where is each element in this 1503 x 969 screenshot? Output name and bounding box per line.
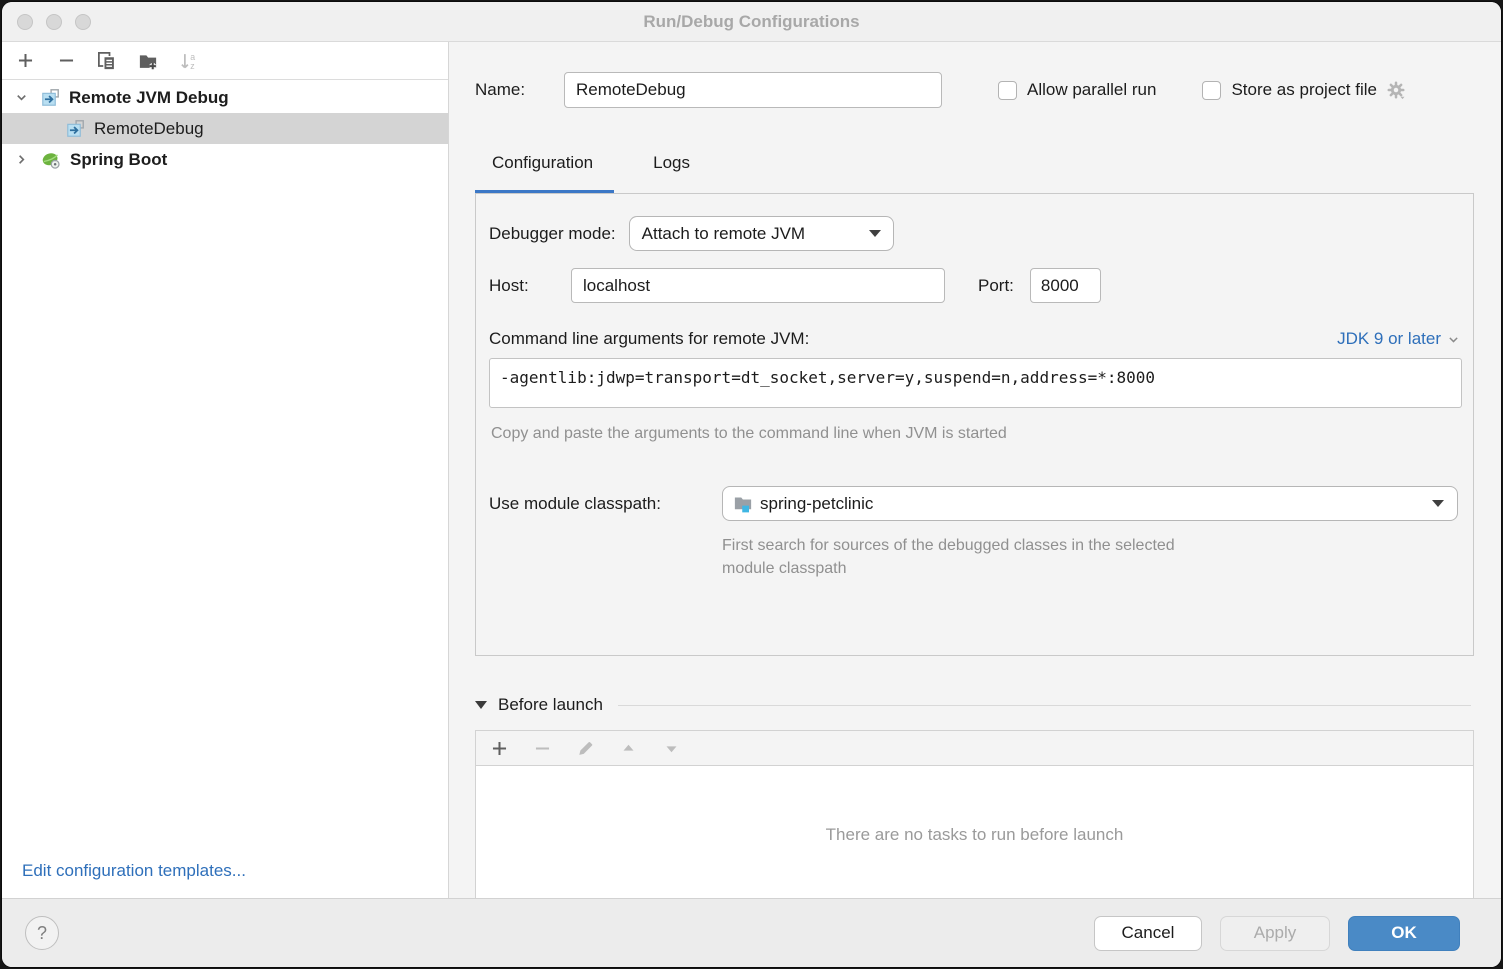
allow-parallel-run-checkbox[interactable] bbox=[998, 81, 1017, 100]
classpath-hint: First search for sources of the debugged… bbox=[722, 534, 1460, 580]
before-launch-header[interactable]: Before launch bbox=[475, 693, 1471, 717]
store-as-project-file-checkbox[interactable] bbox=[1202, 81, 1221, 100]
cancel-button[interactable]: Cancel bbox=[1094, 916, 1202, 951]
apply-button[interactable]: Apply bbox=[1220, 916, 1330, 951]
configurations-tree: Remote JVM Debug RemoteDebug bbox=[2, 80, 448, 175]
move-down-icon[interactable] bbox=[661, 738, 681, 758]
port-label: Port: bbox=[978, 276, 1014, 296]
remove-task-icon[interactable] bbox=[532, 738, 552, 758]
sidebar-toolbar: a z bbox=[2, 42, 448, 80]
copy-configuration-icon[interactable] bbox=[97, 51, 117, 71]
classpath-hint-line2: module classpath bbox=[722, 557, 1460, 580]
name-input[interactable] bbox=[564, 72, 942, 108]
edit-task-icon[interactable] bbox=[575, 738, 595, 758]
tab-configuration[interactable]: Configuration bbox=[475, 148, 614, 193]
debugger-mode-value: Attach to remote JVM bbox=[642, 224, 805, 244]
zoom-window-button[interactable] bbox=[75, 14, 91, 30]
add-task-icon[interactable] bbox=[489, 738, 509, 758]
host-input[interactable] bbox=[571, 268, 945, 303]
before-launch-title: Before launch bbox=[498, 695, 603, 715]
run-debug-configurations-dialog: Run/Debug Configurations bbox=[2, 2, 1501, 967]
jdk-version-selector[interactable]: JDK 9 or later bbox=[1337, 329, 1460, 349]
classpath-hint-line1: First search for sources of the debugged… bbox=[722, 534, 1460, 557]
before-launch-tasks: There are no tasks to run before launch bbox=[475, 730, 1474, 903]
chevron-right-icon[interactable] bbox=[12, 152, 30, 167]
dropdown-caret-icon bbox=[869, 230, 881, 237]
traffic-lights bbox=[17, 14, 91, 30]
gear-icon[interactable] bbox=[1386, 80, 1406, 100]
remove-configuration-icon[interactable] bbox=[56, 51, 76, 71]
minimize-window-button[interactable] bbox=[46, 14, 62, 30]
before-launch-toolbar bbox=[476, 731, 1473, 766]
sort-alpha-icon[interactable]: a z bbox=[179, 51, 199, 71]
help-button[interactable]: ? bbox=[25, 916, 59, 950]
cmdline-arguments-label: Command line arguments for remote JVM: bbox=[489, 329, 809, 349]
close-window-button[interactable] bbox=[17, 14, 33, 30]
port-input[interactable] bbox=[1030, 268, 1101, 303]
move-up-icon[interactable] bbox=[618, 738, 638, 758]
chevron-down-icon bbox=[1447, 333, 1460, 346]
configurations-sidebar: a z Re bbox=[2, 42, 449, 898]
configuration-editor: Name: Allow parallel run Store as projec… bbox=[449, 42, 1501, 898]
module-classpath-select[interactable]: spring-petclinic bbox=[722, 486, 1458, 521]
add-configuration-icon[interactable] bbox=[15, 51, 35, 71]
tree-item-spring-boot[interactable]: Spring Boot bbox=[2, 144, 448, 175]
svg-text:z: z bbox=[190, 61, 194, 71]
jdk-version-value: JDK 9 or later bbox=[1337, 329, 1441, 349]
dropdown-caret-icon bbox=[1432, 500, 1444, 507]
window-title: Run/Debug Configurations bbox=[643, 12, 859, 32]
debugger-mode-select[interactable]: Attach to remote JVM bbox=[629, 216, 894, 251]
dialog-footer: ? Cancel Apply OK bbox=[2, 898, 1501, 967]
cmdline-hint: Copy and paste the arguments to the comm… bbox=[491, 425, 1460, 443]
name-label: Name: bbox=[475, 80, 564, 100]
module-classpath-value: spring-petclinic bbox=[760, 494, 873, 514]
section-divider bbox=[618, 705, 1471, 706]
use-module-classpath-label: Use module classpath: bbox=[489, 494, 722, 514]
tree-item-remote-jvm-debug[interactable]: Remote JVM Debug bbox=[2, 82, 448, 113]
chevron-down-icon[interactable] bbox=[12, 90, 30, 105]
module-icon bbox=[733, 494, 753, 514]
store-as-project-file-label: Store as project file bbox=[1231, 80, 1377, 100]
tab-logs[interactable]: Logs bbox=[653, 148, 690, 193]
host-label: Host: bbox=[489, 276, 571, 296]
cmdline-arguments-field[interactable]: -agentlib:jdwp=transport=dt_socket,serve… bbox=[489, 358, 1462, 408]
tree-item-remotedebug[interactable]: RemoteDebug bbox=[2, 113, 448, 144]
remote-debug-config-icon bbox=[66, 119, 85, 138]
ok-button[interactable]: OK bbox=[1348, 916, 1460, 951]
title-bar: Run/Debug Configurations bbox=[2, 2, 1501, 42]
configuration-panel: Debugger mode: Attach to remote JVM Host… bbox=[475, 193, 1474, 656]
editor-tabs: Configuration Logs bbox=[475, 148, 1471, 193]
spring-boot-icon bbox=[41, 150, 61, 170]
tree-item-label: RemoteDebug bbox=[94, 119, 204, 139]
debugger-mode-label: Debugger mode: bbox=[489, 224, 616, 244]
collapse-triangle-icon[interactable] bbox=[475, 701, 487, 709]
allow-parallel-run-label: Allow parallel run bbox=[1027, 80, 1156, 100]
edit-configuration-templates-link[interactable]: Edit configuration templates... bbox=[22, 861, 448, 881]
tree-item-label: Remote JVM Debug bbox=[69, 88, 229, 108]
new-folder-icon[interactable] bbox=[138, 51, 158, 71]
before-launch-empty-state: There are no tasks to run before launch bbox=[476, 766, 1473, 903]
tree-item-label: Spring Boot bbox=[70, 150, 167, 170]
remote-debug-config-icon bbox=[41, 88, 60, 107]
